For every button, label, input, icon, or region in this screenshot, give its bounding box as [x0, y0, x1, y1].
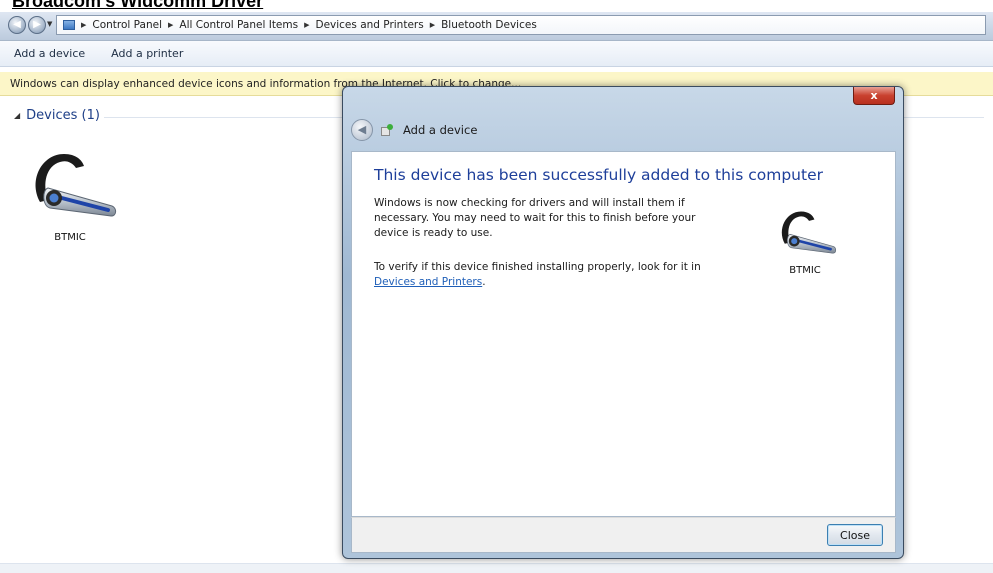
breadcrumb-item[interactable]: Control Panel: [92, 19, 162, 31]
add-device-button[interactable]: Add a device: [14, 47, 85, 60]
add-device-dialog: x ◀ Add a device This device has been su…: [342, 86, 904, 559]
device-name: BTMIC: [54, 232, 86, 243]
dialog-header: ◀ Add a device: [351, 115, 891, 145]
dialog-content: This device has been successfully added …: [351, 151, 896, 517]
command-bar: Add a device Add a printer: [0, 41, 993, 67]
close-icon: x: [870, 89, 878, 102]
forward-button[interactable]: ▶: [28, 16, 46, 34]
overlay-caption: Broadcom's Widcomm Driver: [12, 0, 264, 11]
dialog-back-button[interactable]: ◀: [351, 119, 373, 141]
add-printer-button[interactable]: Add a printer: [111, 47, 183, 60]
verify-text-suffix: .: [482, 276, 486, 288]
success-heading: This device has been successfully added …: [374, 166, 823, 184]
devices-group-header[interactable]: ◢ Devices (1): [14, 108, 100, 123]
chevron-right-icon[interactable]: ▶: [304, 21, 309, 29]
chevron-right-icon[interactable]: ▶: [430, 21, 435, 29]
forward-arrow-icon: ▶: [33, 19, 41, 30]
breadcrumb-item[interactable]: All Control Panel Items: [179, 19, 298, 31]
headset-icon: [781, 211, 837, 254]
collapse-arrow-icon[interactable]: ◢: [14, 111, 20, 120]
added-device: BTMIC: [770, 202, 840, 276]
driver-info-text: Windows is now checking for drivers and …: [374, 197, 696, 239]
dialog-footer: Close: [351, 517, 896, 553]
devices-group-label: Devices (1): [26, 108, 100, 123]
devices-and-printers-link[interactable]: Devices and Printers: [374, 276, 482, 288]
control-panel-icon: [63, 20, 75, 30]
verify-text-prefix: To verify if this device finished instal…: [374, 261, 701, 273]
verify-info-text: To verify if this device finished instal…: [374, 260, 734, 290]
back-button[interactable]: ◀: [8, 16, 26, 34]
added-device-name: BTMIC: [789, 265, 821, 276]
device-tile[interactable]: BTMIC: [18, 140, 122, 250]
breadcrumb-item[interactable]: Bluetooth Devices: [441, 19, 537, 31]
chevron-right-icon[interactable]: ▶: [81, 21, 86, 29]
add-device-icon: [381, 124, 395, 136]
close-window-button[interactable]: x: [853, 87, 895, 105]
dialog-title: Add a device: [403, 123, 478, 137]
breadcrumb-item[interactable]: Devices and Printers: [315, 19, 423, 31]
back-arrow-icon: ◀: [357, 123, 367, 136]
headset-icon: [35, 154, 117, 217]
address-bar: ◀ ▶ ▼ ▶ Control Panel ▶ All Control Pane…: [0, 12, 993, 41]
recent-pages-dropdown[interactable]: ▼: [47, 20, 52, 28]
close-button[interactable]: Close: [827, 524, 883, 546]
chevron-right-icon[interactable]: ▶: [168, 21, 173, 29]
breadcrumb[interactable]: ▶ Control Panel ▶ All Control Panel Item…: [56, 15, 986, 35]
back-arrow-icon: ◀: [13, 19, 21, 30]
